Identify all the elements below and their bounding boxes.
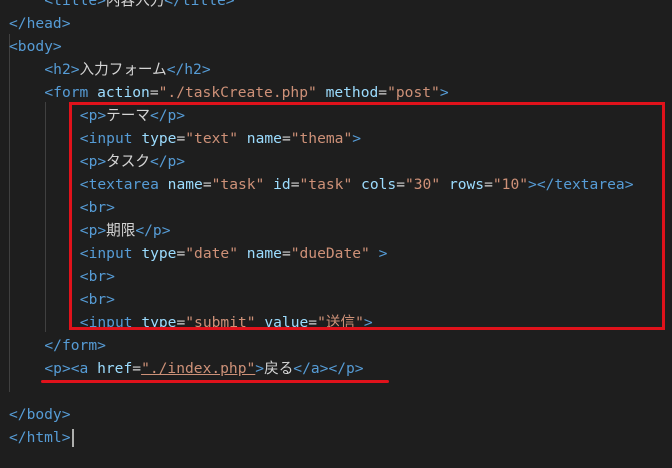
- code-token: =: [149, 84, 159, 101]
- code-token: </html>: [9, 429, 71, 446]
- text-cursor: [71, 429, 74, 447]
- code-line[interactable]: <title>内容入力</title>: [44, 0, 234, 12]
- code-line[interactable]: </form>: [44, 334, 106, 357]
- code-token: "post": [387, 84, 440, 101]
- indent-guide: [9, 34, 10, 392]
- code-line[interactable]: <body>: [9, 35, 62, 58]
- code-token: <p><a: [44, 360, 98, 377]
- code-token: "./index.php": [141, 360, 256, 377]
- code-token: </form>: [44, 337, 106, 354]
- code-line[interactable]: </html>: [9, 426, 74, 449]
- code-token: </a></p>: [293, 360, 364, 377]
- code-line[interactable]: </body>: [9, 403, 71, 426]
- code-token: action: [97, 84, 150, 101]
- code-editor[interactable]: <title>内容入力</title> </head> <body> <h2>入力フォ…: [0, 0, 672, 468]
- highlight-box-form-fields: [69, 102, 665, 330]
- code-token: =: [378, 84, 388, 101]
- code-token: <form: [44, 84, 98, 101]
- code-token: 内容入力: [105, 0, 165, 9]
- code-token: >: [439, 84, 449, 101]
- code-token: <body>: [9, 38, 62, 55]
- code-token: </head>: [9, 15, 71, 32]
- code-token: "./taskCreate.php": [158, 84, 317, 101]
- code-token: </h2>: [166, 61, 211, 78]
- indent-guide: [45, 102, 46, 332]
- code-token: =: [132, 360, 142, 377]
- code-token: </title>: [164, 0, 235, 9]
- code-token: 入力フォーム: [79, 61, 167, 78]
- code-token: method: [325, 84, 379, 101]
- code-line[interactable]: <form action="./taskCreate.php" method="…: [44, 81, 448, 104]
- code-token: <title>: [44, 0, 106, 9]
- code-line[interactable]: <h2>入力フォーム</h2>: [44, 58, 210, 81]
- code-token: href: [97, 360, 133, 377]
- code-line[interactable]: <p><a href="./index.php">戻る</a></p>: [44, 357, 363, 380]
- code-token: 戻る: [264, 360, 294, 377]
- code-token: <h2>: [44, 61, 80, 78]
- highlight-underline-back-link: [41, 380, 389, 383]
- code-token: </body>: [9, 406, 71, 423]
- code-line[interactable]: </head>: [9, 12, 71, 35]
- code-token: >: [255, 360, 265, 377]
